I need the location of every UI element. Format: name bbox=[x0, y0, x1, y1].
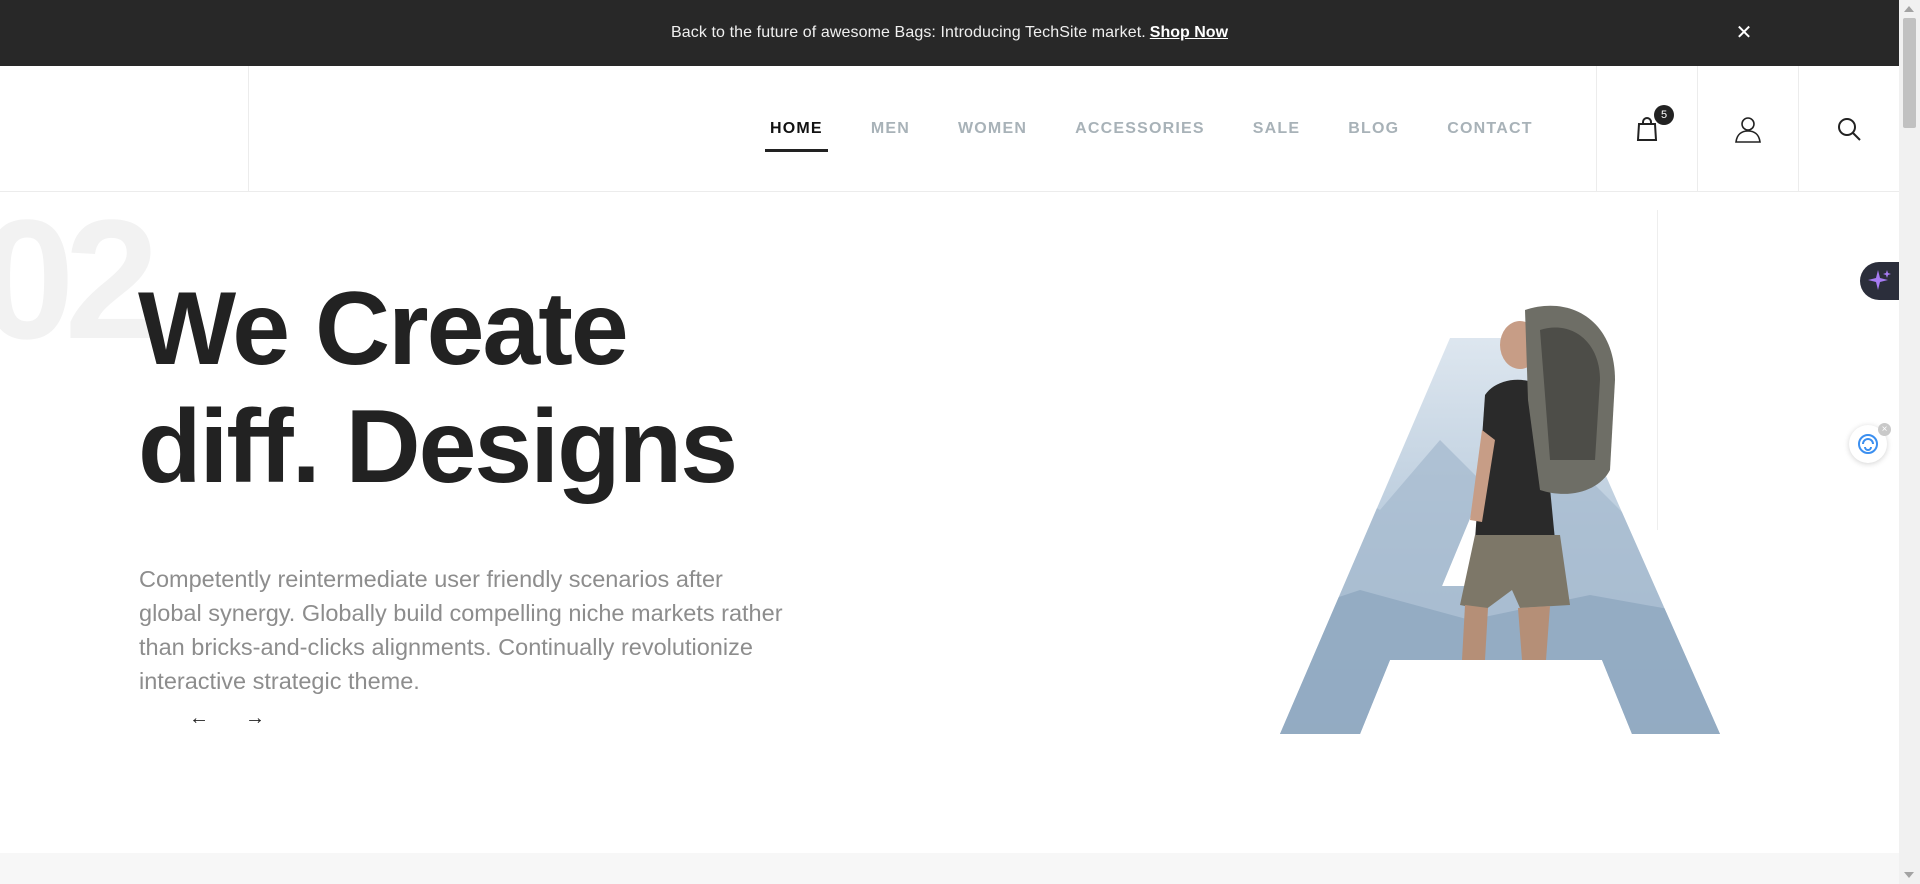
nav-item-women[interactable]: WOMEN bbox=[958, 66, 1027, 191]
logo-area[interactable] bbox=[0, 66, 249, 191]
nav-item-home[interactable]: HOME bbox=[765, 66, 828, 191]
close-announcement-button[interactable]: ✕ bbox=[1732, 21, 1756, 45]
scrollbar-thumb[interactable] bbox=[1903, 18, 1916, 128]
hero-title-line-1: We Create bbox=[138, 271, 629, 387]
nav-item-sale[interactable]: SALE bbox=[1253, 66, 1300, 191]
next-section-band bbox=[0, 853, 1899, 884]
account-button[interactable] bbox=[1697, 66, 1798, 191]
slide-number: 02 bbox=[0, 185, 159, 375]
search-icon bbox=[1838, 117, 1861, 141]
announcement-text: Back to the future of awesome Bags: Intr… bbox=[670, 24, 1146, 41]
next-slide-button[interactable]: → bbox=[240, 706, 270, 730]
arrow-left-icon: ← bbox=[189, 706, 209, 729]
chat-assistant-button[interactable]: × bbox=[1849, 423, 1891, 463]
cart-count-badge: 5 bbox=[1654, 105, 1674, 125]
prev-slide-button[interactable]: ← bbox=[184, 706, 214, 730]
search-button[interactable] bbox=[1798, 66, 1899, 191]
scroll-down-arrow[interactable] bbox=[1904, 872, 1914, 878]
main-nav: HOME MEN WOMEN ACCESSORIES SALE BLOG CON… bbox=[765, 66, 1581, 191]
announcement-bar: Back to the future of awesome Bags: Intr… bbox=[0, 0, 1899, 66]
nav-item-blog[interactable]: BLOG bbox=[1348, 66, 1399, 191]
page-scrollbar[interactable] bbox=[1899, 0, 1920, 884]
scroll-up-arrow[interactable] bbox=[1904, 6, 1914, 12]
nav-item-contact[interactable]: CONTACT bbox=[1447, 66, 1532, 191]
site-header: HOME MEN WOMEN ACCESSORIES SALE BLOG CON… bbox=[0, 66, 1899, 192]
nav-item-men[interactable]: MEN bbox=[871, 66, 910, 191]
nav-item-accessories[interactable]: ACCESSORIES bbox=[1075, 66, 1205, 191]
sparkle-icon bbox=[1868, 270, 1891, 290]
hero-image bbox=[1280, 305, 1720, 734]
user-icon bbox=[1735, 116, 1761, 143]
hero-description: Competently reintermediate user friendly… bbox=[139, 566, 783, 694]
hero-title: We Create diff. Designs bbox=[138, 270, 838, 506]
hero-title-line-2: diff. Designs bbox=[138, 389, 738, 505]
arrow-right-icon: → bbox=[245, 706, 265, 729]
shop-now-link[interactable]: Shop Now bbox=[1150, 24, 1228, 42]
cart-button[interactable]: 5 bbox=[1596, 66, 1697, 191]
ai-assistant-button[interactable] bbox=[1860, 262, 1900, 300]
close-chat-widget-button[interactable]: × bbox=[1878, 423, 1891, 436]
chat-assistant-icon bbox=[1858, 434, 1878, 454]
